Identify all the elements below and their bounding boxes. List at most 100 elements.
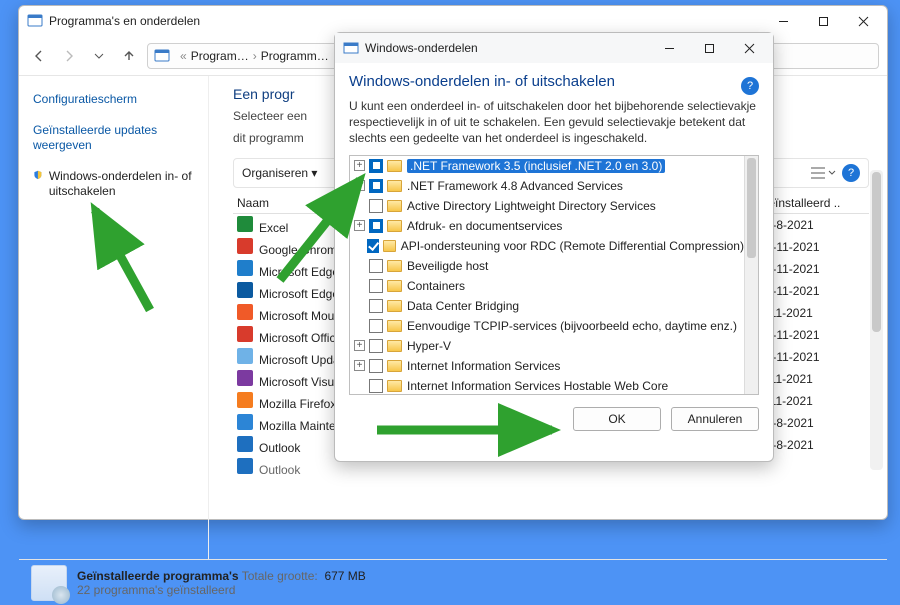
expand-icon[interactable]: + bbox=[354, 180, 365, 191]
dialog-minimize-button[interactable] bbox=[649, 33, 689, 63]
install-date: 8-11-2021 bbox=[759, 306, 869, 320]
install-date: 13-11-2021 bbox=[759, 328, 869, 342]
cancel-button[interactable]: Annuleren bbox=[671, 407, 759, 431]
feature-label: Data Center Bridging bbox=[407, 299, 519, 313]
program-name: Microsoft Office bbox=[259, 331, 342, 345]
folder-icon bbox=[387, 160, 402, 172]
status-count: 22 programma's geïnstalleerd bbox=[77, 583, 366, 597]
scrollbar[interactable] bbox=[870, 170, 883, 470]
up-button[interactable] bbox=[117, 44, 141, 68]
feature-tree: + .NET Framework 3.5 (inclusief .NET 2.0 … bbox=[349, 155, 759, 395]
shield-icon bbox=[33, 169, 43, 183]
sidebar: Configuratiescherm Geïnstalleerde update… bbox=[19, 76, 209, 559]
feature-label: Eenvoudige TCPIP-services (bijvoorbeeld … bbox=[407, 319, 737, 333]
feature-item[interactable]: + Afdruk- en documentservices bbox=[350, 216, 744, 236]
feature-item[interactable]: + Internet Information Services bbox=[350, 356, 744, 376]
feature-item[interactable]: API-ondersteuning voor RDC (Remote Diffe… bbox=[350, 236, 744, 256]
checkbox[interactable] bbox=[369, 299, 383, 313]
feature-label: Hyper-V bbox=[407, 339, 451, 353]
install-date: 20-11-2021 bbox=[759, 350, 869, 364]
feature-label: Afdruk- en documentservices bbox=[407, 219, 562, 233]
checkbox[interactable] bbox=[369, 319, 383, 333]
recent-button[interactable] bbox=[87, 44, 111, 68]
sidebar-link-updates[interactable]: Geïnstalleerde updates weergeven bbox=[33, 123, 198, 153]
feature-item[interactable]: Eenvoudige TCPIP-services (bijvoorbeeld … bbox=[350, 316, 744, 336]
checkbox-partial[interactable] bbox=[369, 179, 383, 193]
dialog-close-button[interactable] bbox=[729, 33, 769, 63]
expand-icon[interactable]: + bbox=[354, 360, 365, 371]
tree-scrollbar-thumb[interactable] bbox=[747, 158, 756, 258]
maximize-button[interactable] bbox=[803, 6, 843, 36]
folder-icon bbox=[387, 200, 402, 212]
checkbox[interactable] bbox=[369, 199, 383, 213]
organise-button[interactable]: Organiseren ▾ bbox=[242, 166, 317, 180]
sidebar-link-windows-features[interactable]: Windows-onderdelen in- of uitschakelen bbox=[33, 169, 198, 199]
feature-item[interactable]: Data Center Bridging bbox=[350, 296, 744, 316]
feature-item[interactable]: Containers bbox=[350, 276, 744, 296]
breadcrumb-seg-2[interactable]: Programm… bbox=[261, 49, 329, 63]
breadcrumb-seg-1[interactable]: Program… bbox=[191, 49, 249, 63]
expand-icon[interactable]: + bbox=[354, 340, 365, 351]
checkbox-partial[interactable] bbox=[369, 159, 383, 173]
status-size-label: Totale grootte: bbox=[242, 569, 318, 583]
scrollbar-thumb[interactable] bbox=[872, 172, 881, 332]
feature-label: Internet Information Services Hostable W… bbox=[407, 379, 668, 393]
program-name: Microsoft Updat bbox=[259, 353, 343, 367]
checkbox[interactable] bbox=[369, 279, 383, 293]
folder-icon bbox=[387, 380, 402, 392]
feature-item[interactable]: Internet Information Services Hostable W… bbox=[350, 376, 744, 394]
program-name: Microsoft Edge bbox=[259, 265, 339, 279]
forward-button[interactable] bbox=[57, 44, 81, 68]
feature-item[interactable]: + Hyper-V bbox=[350, 336, 744, 356]
status-icon bbox=[31, 565, 67, 601]
program-name: Microsoft Visual bbox=[259, 375, 343, 389]
feature-label: API-ondersteuning voor RDC (Remote Diffe… bbox=[401, 239, 744, 253]
install-date: 30-8-2021 bbox=[759, 416, 869, 430]
checkbox[interactable] bbox=[369, 379, 383, 393]
folder-icon bbox=[387, 180, 402, 192]
folder-icon bbox=[387, 320, 402, 332]
feature-label: Internet Information Services bbox=[407, 359, 560, 373]
folder-icon bbox=[387, 260, 402, 272]
folder-icon bbox=[387, 220, 402, 232]
view-button[interactable] bbox=[811, 167, 836, 179]
feature-label: Beveiligde host bbox=[407, 259, 488, 273]
expand-icon[interactable]: + bbox=[354, 220, 365, 231]
install-date: 16-11-2021 bbox=[759, 240, 869, 254]
ok-button[interactable]: OK bbox=[573, 407, 661, 431]
windows-features-dialog: Windows-onderdelen Windows-onderdelen in… bbox=[334, 32, 774, 462]
back-button[interactable] bbox=[27, 44, 51, 68]
dialog-heading: Windows-onderdelen in- of uitschakelen bbox=[349, 73, 759, 90]
folder-icon bbox=[387, 280, 402, 292]
dialog-maximize-button[interactable] bbox=[689, 33, 729, 63]
folder-icon bbox=[383, 240, 396, 252]
checkbox[interactable] bbox=[369, 259, 383, 273]
col-date[interactable]: Geïnstalleerd .. bbox=[759, 196, 869, 210]
tree-scrollbar[interactable] bbox=[744, 156, 758, 394]
checkbox[interactable] bbox=[369, 359, 383, 373]
help-icon[interactable]: ? bbox=[842, 164, 860, 182]
feature-item[interactable]: Beveiligde host bbox=[350, 256, 744, 276]
checkbox[interactable] bbox=[369, 339, 383, 353]
feature-item[interactable]: + .NET Framework 3.5 (inclusief .NET 2.0 … bbox=[350, 156, 744, 176]
program-name: Excel bbox=[259, 221, 288, 235]
folder-icon bbox=[387, 340, 402, 352]
checkbox-checked[interactable] bbox=[367, 239, 379, 253]
window-title: Programma's en onderdelen bbox=[49, 14, 763, 28]
feature-item[interactable]: +.NET Framework 4.8 Advanced Services bbox=[350, 176, 744, 196]
feature-item[interactable]: Active Directory Lightweight Directory S… bbox=[350, 196, 744, 216]
folder-icon bbox=[387, 300, 402, 312]
status-bar: Geïnstalleerde programma's Totale groott… bbox=[19, 559, 887, 605]
feature-label: .NET Framework 3.5 (inclusief .NET 2.0 e… bbox=[407, 159, 665, 173]
feature-label: Active Directory Lightweight Directory S… bbox=[407, 199, 656, 213]
breadcrumb-icon bbox=[154, 48, 170, 64]
expand-icon[interactable]: + bbox=[354, 160, 365, 171]
sidebar-link-control-panel[interactable]: Configuratiescherm bbox=[33, 92, 198, 107]
program-name: Mozilla Firefox ( bbox=[259, 397, 344, 411]
install-date: 24-11-2021 bbox=[759, 284, 869, 298]
dialog-help-icon[interactable]: ? bbox=[741, 77, 759, 95]
checkbox-partial[interactable] bbox=[369, 219, 383, 233]
close-button[interactable] bbox=[843, 6, 883, 36]
dialog-title: Windows-onderdelen bbox=[365, 41, 649, 55]
program-name: Google Chrome bbox=[259, 243, 344, 257]
